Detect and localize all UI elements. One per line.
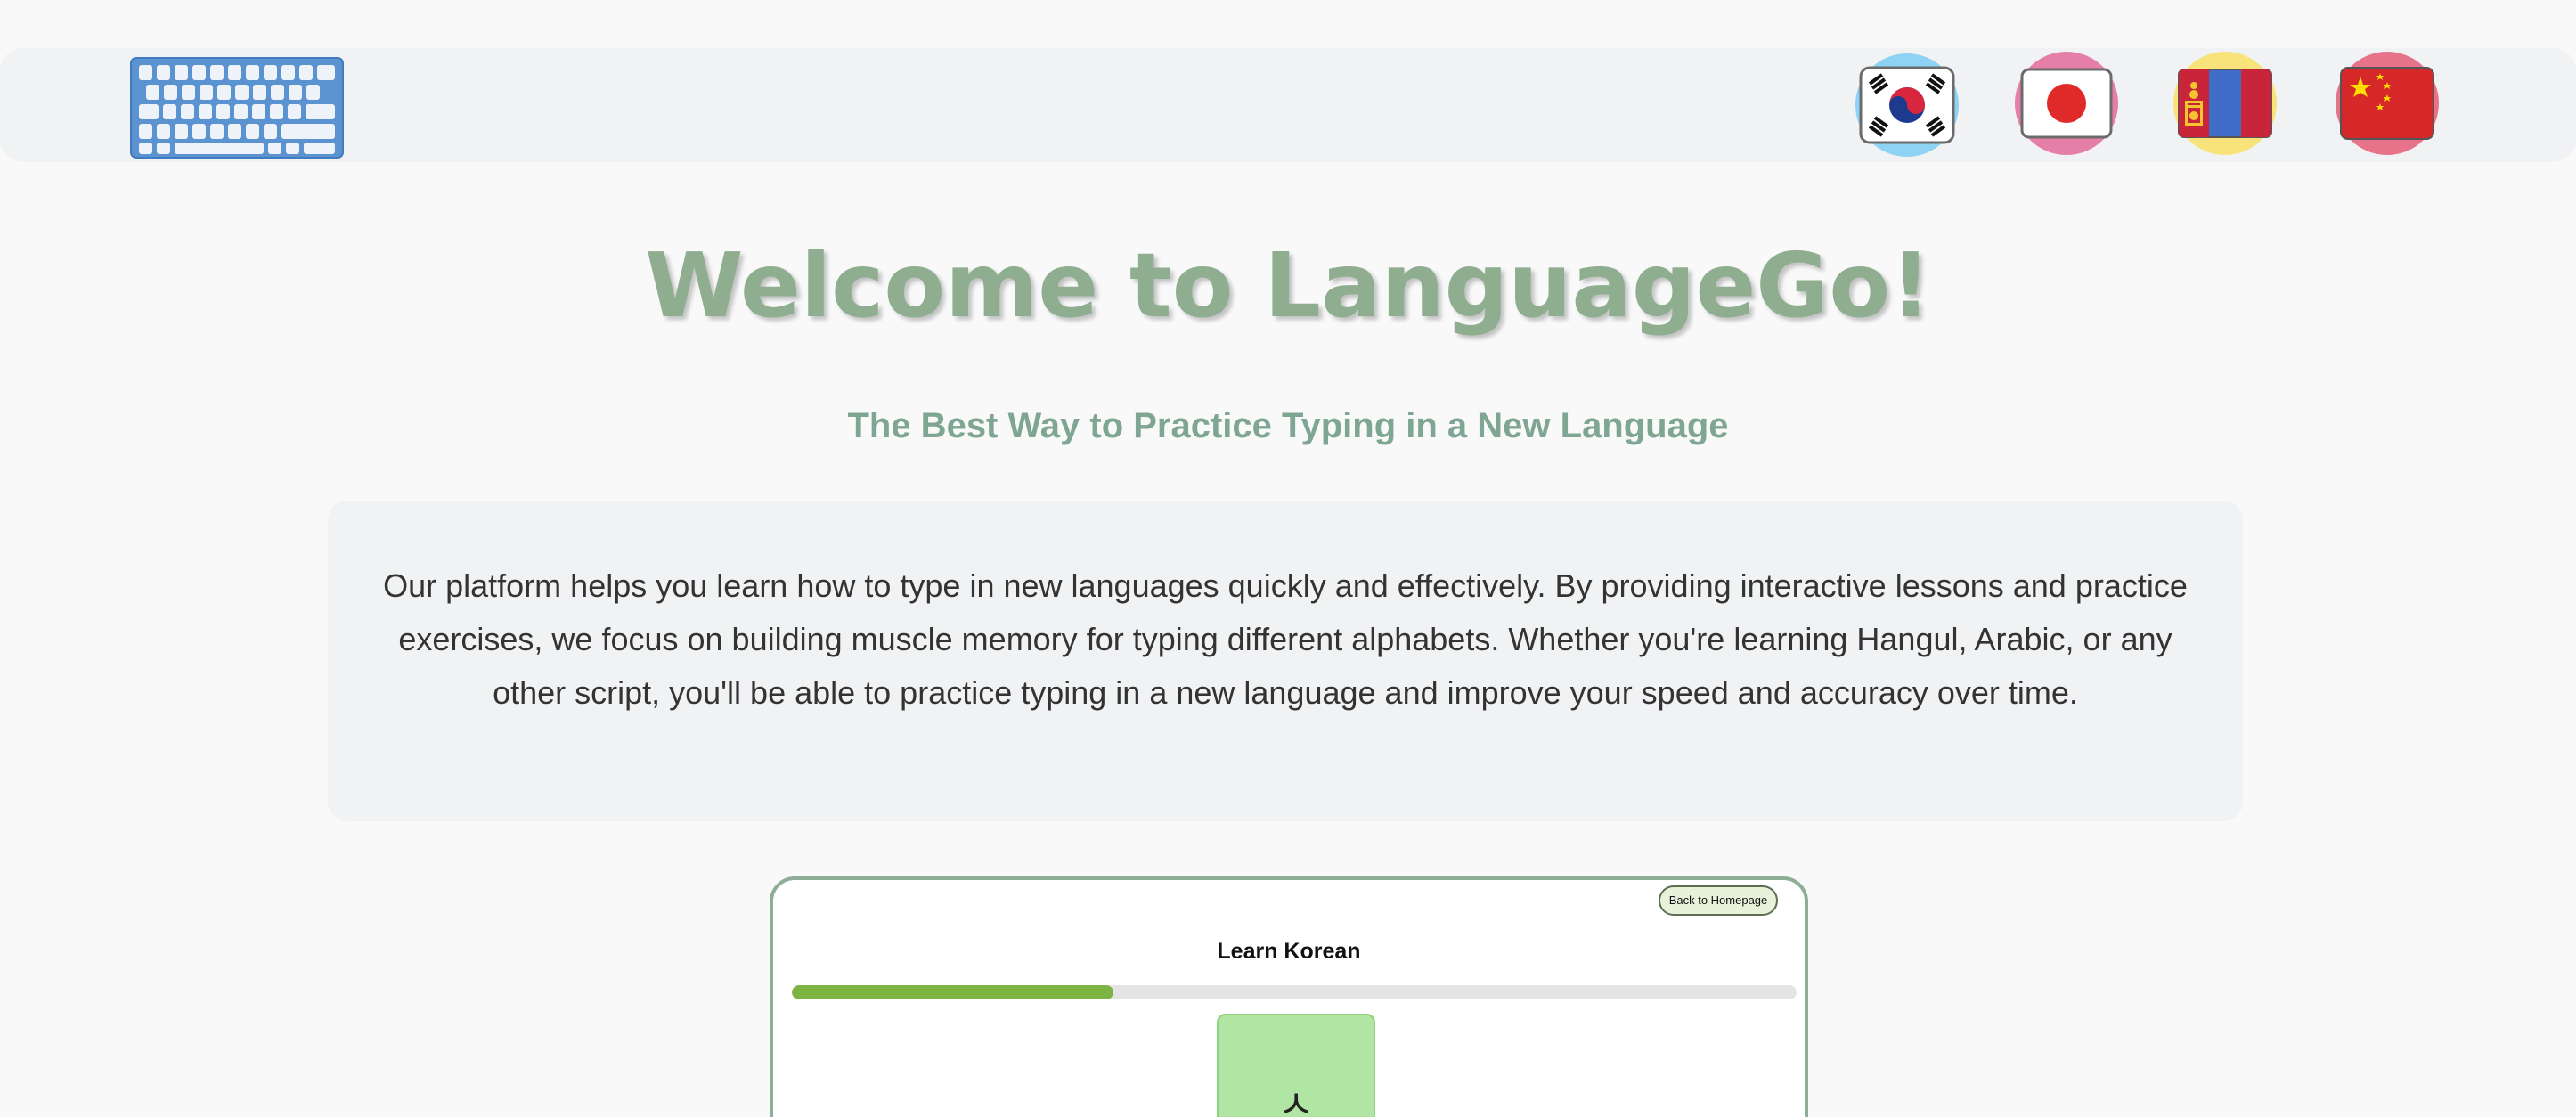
current-character: ㅅ (1277, 1082, 1315, 1117)
south-korea-flag-icon[interactable] (1854, 52, 1961, 159)
china-flag-icon[interactable] (2334, 50, 2441, 157)
page-subtitle: The Best Way to Practice Typing in a New… (847, 406, 1729, 445)
back-to-homepage-button[interactable]: Back to Homepage (1659, 885, 1778, 916)
lesson-preview-card: Back to Homepage Learn Korean ㅅ (770, 876, 1808, 1117)
description-text: Our platform helps you learn how to type… (383, 567, 2188, 711)
landing-page: Welcome to LanguageGo! The Best Way to P… (0, 0, 2576, 1117)
progress-bar (792, 985, 1797, 999)
character-card: ㅅ (1217, 1014, 1375, 1117)
description-panel: Our platform helps you learn how to type… (328, 501, 2243, 821)
keyboard-icon[interactable] (130, 57, 344, 159)
lesson-title: Learn Korean (1217, 939, 1361, 964)
mongolia-flag-icon[interactable] (2172, 50, 2278, 157)
japan-flag-icon[interactable] (2013, 50, 2120, 157)
page-title: Welcome to LanguageGo! (645, 233, 1931, 338)
progress-bar-fill (792, 985, 1113, 999)
